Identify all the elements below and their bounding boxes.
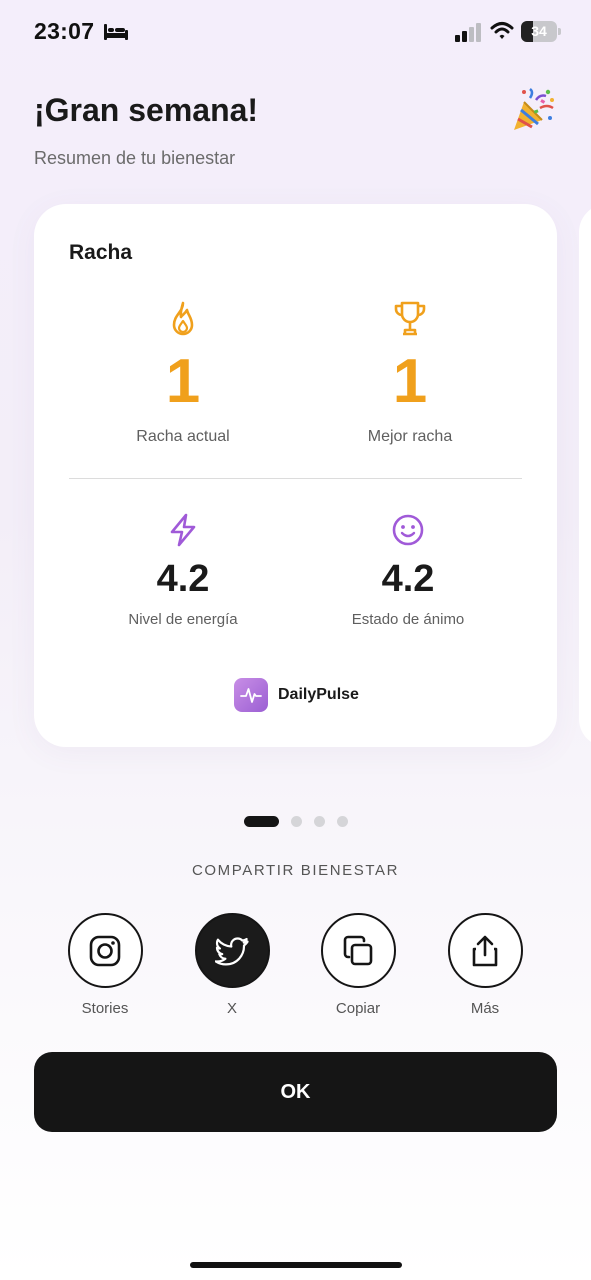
twitter-bird-icon bbox=[215, 936, 249, 965]
battery-icon: 34 bbox=[521, 21, 561, 42]
wifi-icon bbox=[490, 22, 514, 39]
stat-best-streak: 1 Mejor racha bbox=[310, 300, 510, 446]
share-copy-button[interactable]: Copiar bbox=[303, 913, 413, 1017]
stat-energy-level: 4.2 Nivel de energía bbox=[83, 513, 283, 628]
page-title: ¡Gran semana! bbox=[34, 92, 259, 128]
card-divider bbox=[69, 478, 522, 479]
page-dot[interactable] bbox=[314, 816, 325, 827]
stat-label: Racha actual bbox=[136, 428, 230, 445]
share-label: Más bbox=[470, 1000, 500, 1017]
summary-card: Racha 1 Racha actual 1 Mejor racha 4.2 N… bbox=[34, 204, 557, 747]
brand-name: DailyPulse bbox=[278, 686, 359, 703]
page-dot[interactable] bbox=[337, 816, 348, 827]
stat-label: Mejor racha bbox=[367, 428, 453, 445]
share-icon bbox=[472, 935, 498, 966]
share-heading: COMPARTIR BIENESTAR bbox=[191, 862, 400, 879]
stat-value: 4.2 bbox=[156, 558, 210, 600]
stat-value: 1 bbox=[392, 347, 428, 416]
stat-label: Estado de ánimo bbox=[351, 611, 465, 628]
share-x-button[interactable]: X bbox=[177, 913, 287, 1017]
next-card-peek[interactable] bbox=[579, 204, 591, 747]
page-indicator[interactable] bbox=[244, 816, 348, 827]
stat-mood: 4.2 Estado de ánimo bbox=[308, 513, 508, 628]
instagram-icon bbox=[89, 935, 121, 966]
share-more-button[interactable]: Más bbox=[430, 913, 540, 1017]
share-label: X bbox=[226, 1000, 237, 1017]
share-label: Stories bbox=[81, 1000, 129, 1017]
home-indicator[interactable] bbox=[190, 1262, 402, 1268]
status-bar: 23:07 34 bbox=[0, 0, 591, 64]
page-dot[interactable] bbox=[291, 816, 302, 827]
share-label: Copiar bbox=[335, 1000, 381, 1017]
bed-icon bbox=[104, 24, 128, 40]
lightning-icon bbox=[170, 513, 196, 547]
status-time: 23:07 bbox=[34, 18, 95, 44]
ok-button[interactable]: OK bbox=[34, 1052, 557, 1132]
stat-value: 1 bbox=[165, 347, 201, 416]
pulse-icon bbox=[234, 678, 268, 712]
stat-value: 4.2 bbox=[381, 558, 435, 600]
signal-icon bbox=[455, 23, 481, 42]
flame-icon bbox=[172, 301, 194, 336]
battery-level: 34 bbox=[531, 23, 547, 39]
smiley-icon bbox=[392, 514, 424, 546]
page-subtitle: Resumen de tu bienestar bbox=[34, 148, 236, 168]
card-title: Racha bbox=[69, 241, 133, 264]
page-dot-active[interactable] bbox=[244, 816, 279, 827]
party-popper-icon bbox=[514, 88, 554, 130]
stat-label: Nivel de energía bbox=[128, 611, 238, 628]
trophy-icon bbox=[394, 301, 426, 336]
stat-current-streak: 1 Racha actual bbox=[83, 300, 283, 446]
brand-footer: DailyPulse bbox=[234, 678, 359, 712]
copy-icon bbox=[343, 935, 373, 965]
share-stories-button[interactable]: Stories bbox=[50, 913, 160, 1017]
